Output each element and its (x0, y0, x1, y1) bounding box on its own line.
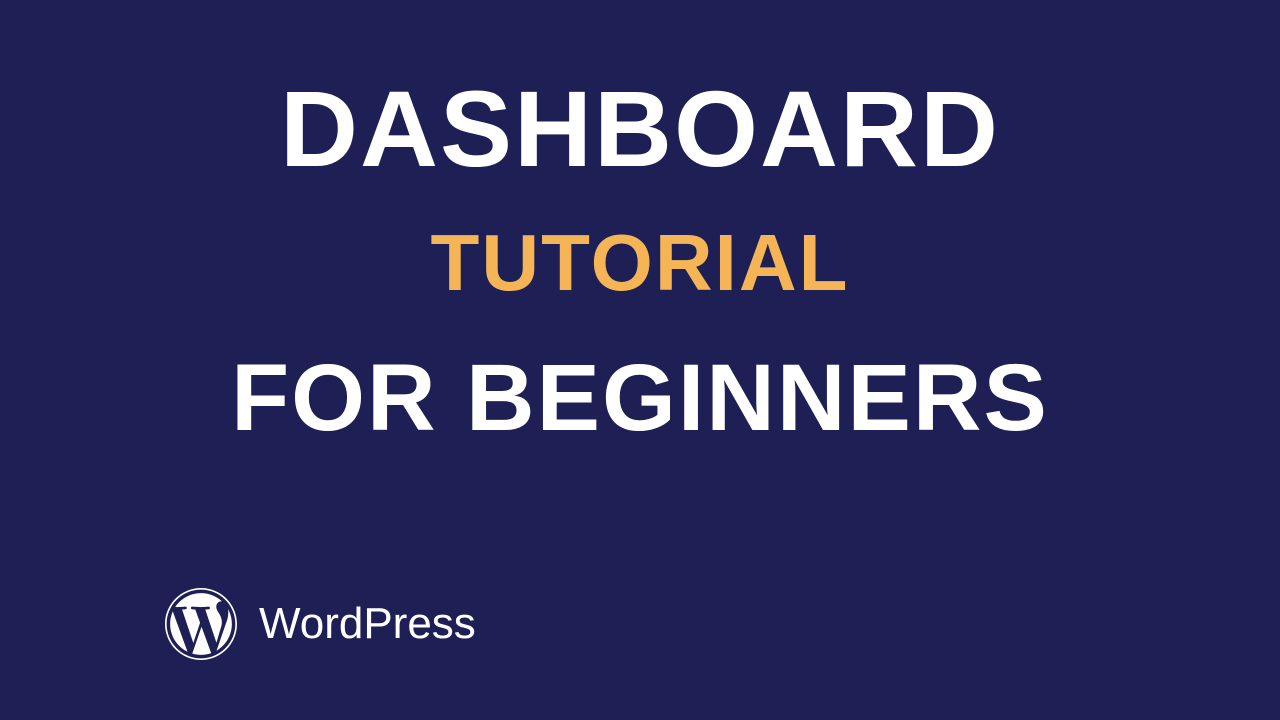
title-line-1: DASHBOARD (280, 75, 1000, 183)
title-line-3: FOR BEGINNERS (231, 351, 1049, 446)
title-line-2: TUTORIAL (431, 223, 850, 303)
wordpress-icon (165, 588, 237, 660)
logo-section: WordPress (165, 588, 476, 660)
logo-label: WordPress (259, 599, 476, 649)
title-block: DASHBOARD TUTORIAL FOR BEGINNERS (0, 0, 1280, 446)
